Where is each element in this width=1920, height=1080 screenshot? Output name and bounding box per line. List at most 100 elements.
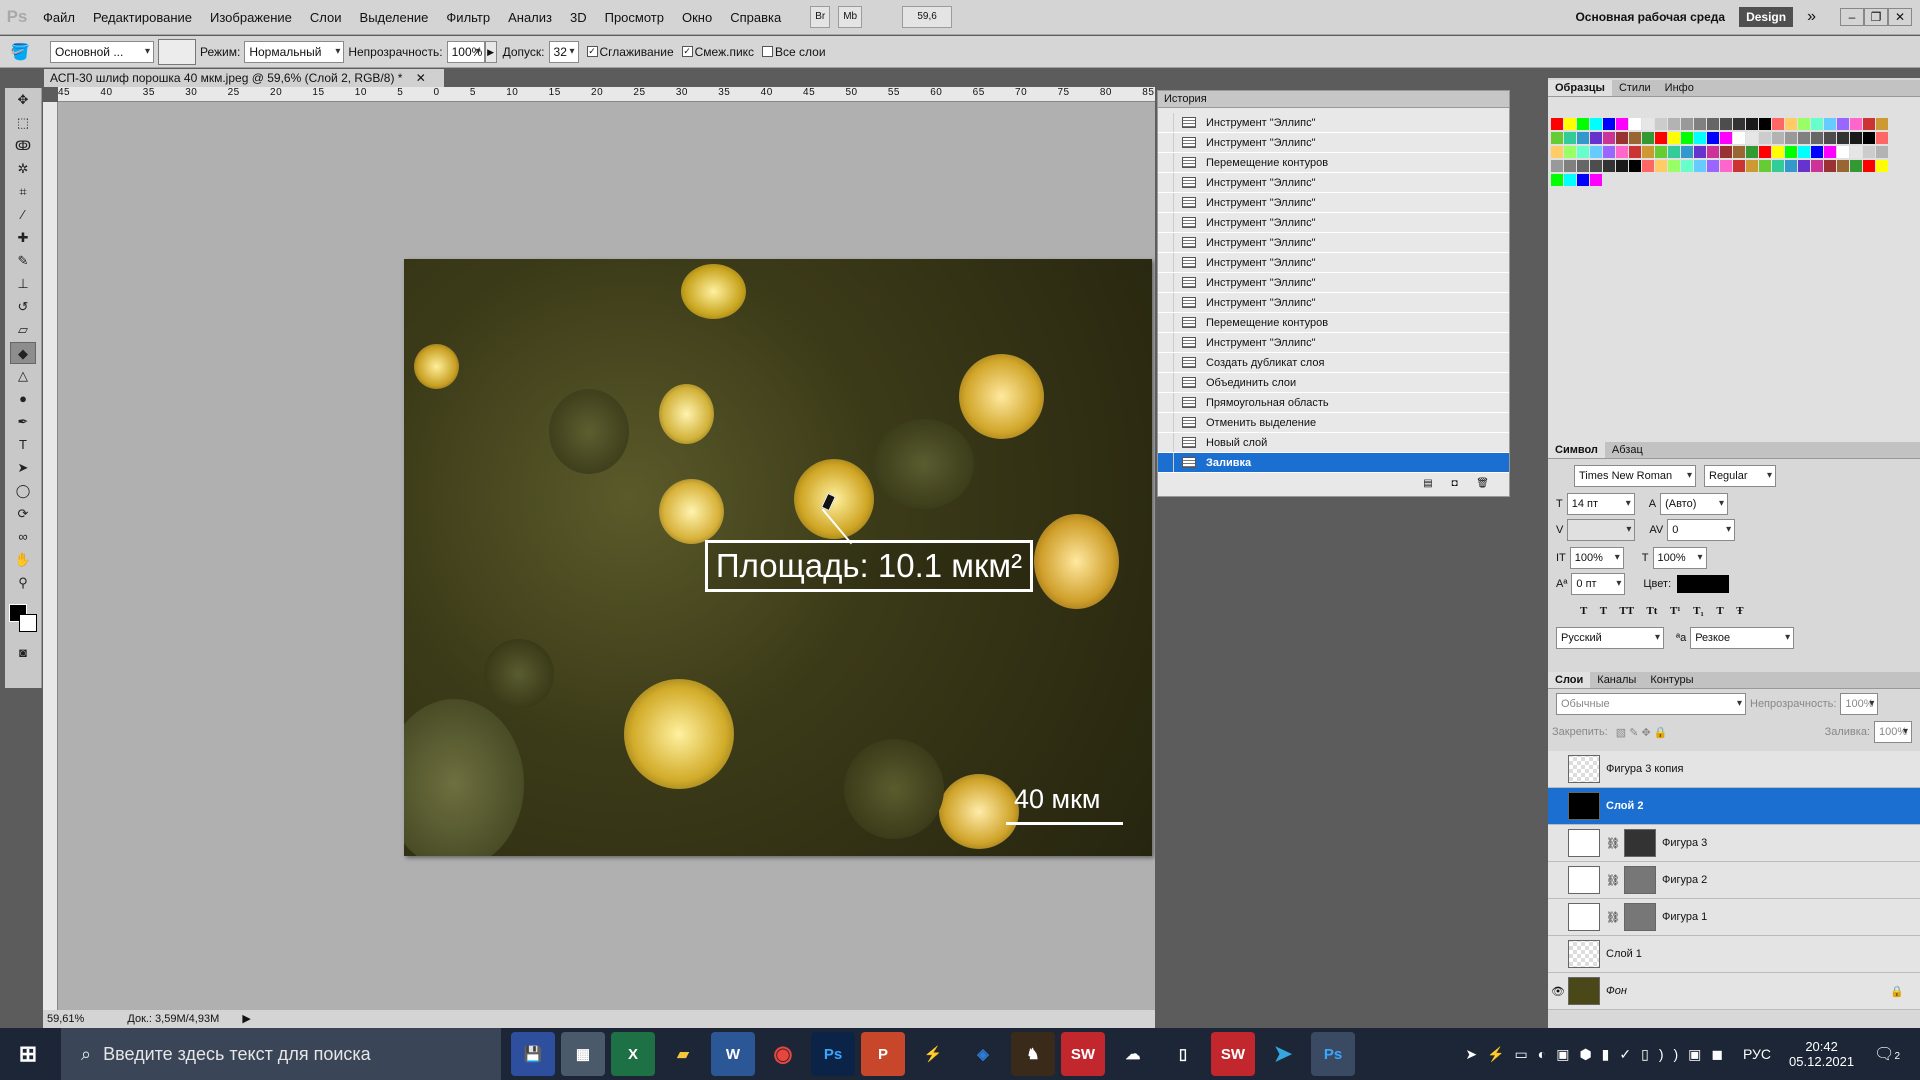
text-color-swatch[interactable]: [1677, 575, 1730, 593]
tolerance-input[interactable]: 32: [548, 40, 579, 63]
type-style-buttons[interactable]: T T TT Tt T¹ T₁ T Ŧ: [1580, 605, 1912, 617]
color-swatch[interactable]: [1551, 132, 1563, 144]
color-swatch[interactable]: [1733, 132, 1745, 144]
color-swatch[interactable]: [1642, 160, 1654, 172]
color-swatch[interactable]: [1590, 132, 1602, 144]
color-swatch[interactable]: [1668, 132, 1680, 144]
lasso-tool-icon[interactable]: ↂ: [10, 135, 36, 157]
opacity-input[interactable]: 100%: [446, 40, 485, 63]
color-swatch[interactable]: [1655, 160, 1667, 172]
tab-paragraph[interactable]: Абзац: [1605, 442, 1650, 458]
color-swatch[interactable]: [1759, 132, 1771, 144]
background-color-swatch[interactable]: [19, 614, 37, 632]
menu-filter[interactable]: Фильтр: [437, 0, 499, 35]
app-icon[interactable]: ☁: [1111, 1032, 1155, 1076]
layer-row[interactable]: ⛓ Фигура 3: [1548, 825, 1920, 862]
app-icon[interactable]: ◈: [961, 1032, 1005, 1076]
menu-view[interactable]: Просмотр: [596, 0, 673, 35]
tab-layers[interactable]: Слои: [1548, 672, 1591, 688]
layer-row[interactable]: 👁 Фон 🔒: [1548, 973, 1920, 1010]
history-item[interactable]: Инструмент "Эллипс": [1158, 133, 1509, 153]
color-swatch[interactable]: [1655, 132, 1667, 144]
color-swatch[interactable]: [1590, 118, 1602, 130]
color-swatch[interactable]: [1863, 146, 1875, 158]
tab-info[interactable]: Инфо: [1658, 80, 1701, 96]
history-item[interactable]: Инструмент "Эллипс": [1158, 253, 1509, 273]
crop-tool-icon[interactable]: ⌗: [10, 181, 36, 203]
color-swatch[interactable]: [1876, 118, 1888, 130]
color-swatch[interactable]: [1577, 146, 1589, 158]
history-item[interactable]: Инструмент "Эллипс": [1158, 273, 1509, 293]
solidworks-icon[interactable]: SW: [1061, 1032, 1105, 1076]
color-swatch[interactable]: [1811, 146, 1823, 158]
workspace-label[interactable]: Основная рабочая среда: [1575, 10, 1725, 24]
menu-image[interactable]: Изображение: [201, 0, 301, 35]
layer-row[interactable]: ⛓ Фигура 2: [1548, 862, 1920, 899]
color-swatch[interactable]: [1629, 118, 1641, 130]
color-swatch[interactable]: [1811, 160, 1823, 172]
color-swatch[interactable]: [1616, 118, 1628, 130]
menu-window[interactable]: Окно: [673, 0, 721, 35]
type-tool-icon[interactable]: T: [10, 434, 36, 456]
menu-edit[interactable]: Редактирование: [84, 0, 201, 35]
color-swatch[interactable]: [1590, 146, 1602, 158]
paint-bucket-icon[interactable]: 🪣: [0, 42, 40, 62]
eyedropper-icon[interactable]: ⁄: [10, 204, 36, 226]
history-item[interactable]: Инструмент "Эллипс": [1158, 213, 1509, 233]
chrome-icon[interactable]: ◉: [761, 1032, 805, 1076]
horizontal-scale-input[interactable]: 100%: [1652, 547, 1707, 569]
color-swatch[interactable]: [1772, 132, 1784, 144]
photoshop-taskbar-icon[interactable]: Ps: [811, 1032, 855, 1076]
color-swatch[interactable]: [1837, 160, 1849, 172]
color-swatch[interactable]: [1629, 146, 1641, 158]
minimize-icon[interactable]: –: [1840, 8, 1864, 26]
history-list[interactable]: Инструмент "Эллипс" Инструмент "Эллипс" …: [1158, 108, 1509, 478]
tab-paths[interactable]: Контуры: [1643, 672, 1700, 688]
color-swatch[interactable]: [1668, 146, 1680, 158]
taskbar-search[interactable]: ⌕ Введите здесь текст для поиска: [61, 1028, 501, 1080]
stamp-tool-icon[interactable]: ⊥: [10, 273, 36, 295]
document-tab[interactable]: АСП-30 шлиф порошка 40 мкм.jpeg @ 59,6% …: [44, 69, 444, 87]
color-swatch[interactable]: [1863, 132, 1875, 144]
color-swatch[interactable]: [1616, 146, 1628, 158]
fill-source-swatch[interactable]: [158, 38, 196, 65]
color-swatch[interactable]: [1733, 118, 1745, 130]
color-swatch[interactable]: [1863, 160, 1875, 172]
leading-input[interactable]: (Авто): [1660, 493, 1729, 515]
color-swatch[interactable]: [1785, 146, 1797, 158]
color-swatch[interactable]: [1837, 118, 1849, 130]
color-swatch[interactable]: [1746, 160, 1758, 172]
layer-row[interactable]: Слой 1: [1548, 936, 1920, 973]
color-swatch[interactable]: [1681, 118, 1693, 130]
excel-icon[interactable]: X: [611, 1032, 655, 1076]
file-explorer-icon[interactable]: ▰: [661, 1032, 705, 1076]
color-swatch[interactable]: [1876, 146, 1888, 158]
app-icon[interactable]: ♞: [1011, 1032, 1055, 1076]
history-item[interactable]: Инструмент "Эллипс": [1158, 193, 1509, 213]
color-swatch[interactable]: [1668, 160, 1680, 172]
pen-tool-icon[interactable]: ✒: [10, 411, 36, 433]
close-icon[interactable]: ✕: [1888, 8, 1912, 26]
color-swatch[interactable]: [1720, 160, 1732, 172]
micrograph-image[interactable]: Площадь: 10.1 мкм² 40 мкм: [404, 259, 1152, 856]
healing-brush-icon[interactable]: ✚: [10, 227, 36, 249]
lock-icons[interactable]: ▧ ✎ ✥ 🔒: [1616, 726, 1668, 739]
menu-file[interactable]: Файл: [34, 0, 84, 35]
color-swatch[interactable]: [1590, 174, 1602, 186]
preset-select[interactable]: Основной ...: [50, 40, 154, 63]
history-item[interactable]: Инструмент "Эллипс": [1158, 293, 1509, 313]
tab-character[interactable]: Символ: [1548, 442, 1605, 458]
color-swatch[interactable]: [1551, 160, 1563, 172]
tab-styles[interactable]: Стили: [1612, 80, 1658, 96]
photoshop-taskbar-icon[interactable]: Ps: [1311, 1032, 1355, 1076]
expand-icon[interactable]: »: [1807, 8, 1816, 26]
history-item[interactable]: Создать дубликат слоя: [1158, 353, 1509, 373]
brush-tool-icon[interactable]: ✎: [10, 250, 36, 272]
color-swatch[interactable]: [1603, 132, 1615, 144]
color-swatch[interactable]: [1681, 132, 1693, 144]
history-item[interactable]: Объединить слои: [1158, 373, 1509, 393]
system-tray-icons[interactable]: ➤⚡▭◐▣⬢▮✓▯))▣◼: [1465, 1046, 1733, 1063]
save-app-icon[interactable]: 💾: [511, 1032, 555, 1076]
language-select[interactable]: Русский: [1556, 627, 1664, 649]
solidworks-icon[interactable]: SW: [1211, 1032, 1255, 1076]
